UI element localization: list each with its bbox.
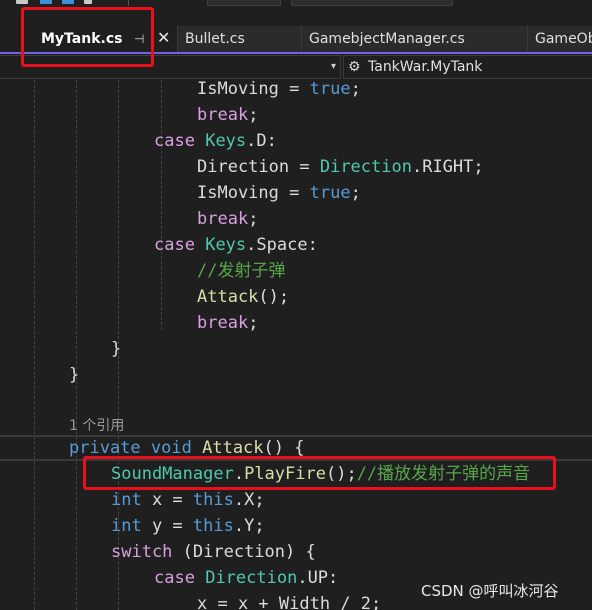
code-token: .Space: xyxy=(246,235,318,255)
code-token: .Y; xyxy=(233,516,265,536)
code-token: Attack xyxy=(202,438,264,458)
code-line[interactable]: } xyxy=(0,336,592,362)
class-icon: ⚙ xyxy=(348,59,361,75)
code-token: break xyxy=(197,209,249,229)
tab-gamebject-manager[interactable]: GamebjectManager.cs xyxy=(301,26,528,52)
toolbar-combo[interactable] xyxy=(207,0,281,6)
code-token: break xyxy=(197,105,249,125)
tab-label: GamebjectManager.cs xyxy=(309,31,465,47)
code-token: Keys xyxy=(205,131,247,151)
code-token: Keys xyxy=(205,235,247,255)
code-token: Direction xyxy=(197,157,290,177)
code-line[interactable]: break; xyxy=(0,206,592,232)
code-token: } xyxy=(111,339,122,359)
class-selector-label: TankWar.MyTank xyxy=(368,59,483,75)
code-line[interactable]: int y = this.Y; xyxy=(0,513,592,539)
tab-label: Bullet.cs xyxy=(185,31,245,47)
class-dropdown[interactable]: ⚙ TankWar.MyTank xyxy=(343,55,592,79)
code-token: //发射子弹 xyxy=(197,261,286,281)
tab-bullet[interactable]: Bullet.cs xyxy=(177,26,302,52)
code-token: ; xyxy=(350,183,361,203)
close-icon[interactable]: ✕ xyxy=(157,26,170,51)
code-token: x = x + Width / 2; xyxy=(197,594,382,610)
code-token: IsMoving xyxy=(197,80,279,99)
code-token: break xyxy=(197,313,249,333)
code-line[interactable]: } xyxy=(0,362,592,388)
code-token: case xyxy=(154,235,195,255)
code-token: ; xyxy=(248,313,259,333)
code-line[interactable]: //发射子弹 xyxy=(0,258,592,284)
code-token: () { xyxy=(263,438,305,458)
toolbar-icon[interactable] xyxy=(16,0,28,4)
code-line[interactable]: break; xyxy=(0,102,592,128)
annotation-box-tab xyxy=(21,7,154,67)
code-line[interactable]: case Keys.Space: xyxy=(0,232,592,258)
code-token: this xyxy=(192,490,234,510)
code-token: .UP: xyxy=(297,568,339,588)
code-token: (); xyxy=(258,287,290,307)
code-editor[interactable]: 1 个引用 IsMoving = true; break; case Keys.D:… xyxy=(0,80,592,610)
chevron-down-icon: ▾ xyxy=(330,61,336,72)
code-token: int xyxy=(111,516,142,536)
code-line[interactable]: int x = this.X; xyxy=(0,487,592,513)
annotation-box-line xyxy=(83,456,556,490)
code-token: private xyxy=(69,438,141,458)
code-token: = xyxy=(278,80,310,99)
code-token: } xyxy=(69,365,80,385)
code-token: (Direction) { xyxy=(172,542,316,562)
code-token: Attack xyxy=(197,287,259,307)
code-token: IsMoving xyxy=(197,183,279,203)
code-token: switch xyxy=(111,542,173,562)
toolbar-icon[interactable] xyxy=(84,0,92,4)
code-token: .D: xyxy=(246,131,277,151)
code-token: int xyxy=(111,490,142,510)
watermark: CSDN @呼叫冰河谷 xyxy=(421,582,559,600)
codelens-references[interactable]: 1 个引用 xyxy=(69,416,124,436)
code-token: true xyxy=(309,183,351,203)
code-line[interactable]: switch (Direction) { xyxy=(0,539,592,565)
code-token: this xyxy=(192,516,234,536)
code-token: x = xyxy=(141,490,193,510)
code-line[interactable] xyxy=(0,388,592,414)
code-token: = xyxy=(278,183,310,203)
code-token: .X; xyxy=(233,490,265,510)
code-token: ; xyxy=(350,80,361,99)
toolbar-icon[interactable] xyxy=(62,0,74,4)
code-token: .RIGHT; xyxy=(411,157,484,177)
code-line[interactable]: Attack(); xyxy=(0,284,592,310)
code-line[interactable]: case Keys.D: xyxy=(0,128,592,154)
code-token: true xyxy=(309,80,351,99)
code-line[interactable]: IsMoving = true; xyxy=(0,180,592,206)
code-line[interactable]: Direction = Direction.RIGHT; xyxy=(0,154,592,180)
code-line[interactable]: break; xyxy=(0,310,592,336)
code-token: case xyxy=(154,568,195,588)
toolbar-separator xyxy=(128,0,129,6)
code-line[interactable]: IsMoving = true; xyxy=(0,80,592,102)
tab-gameob[interactable]: GameOb xyxy=(527,26,592,52)
code-token: ; xyxy=(248,209,259,229)
code-token: ; xyxy=(248,105,259,125)
toolbar-icon[interactable] xyxy=(40,0,52,4)
code-token: = xyxy=(289,157,320,177)
toolbar-combo[interactable] xyxy=(291,0,453,6)
code-token: Direction xyxy=(319,157,412,177)
code-token: Direction xyxy=(205,568,298,588)
code-token: y = xyxy=(141,516,193,536)
code-token: case xyxy=(154,131,195,151)
code-token: void xyxy=(150,438,192,458)
tab-label: GameOb xyxy=(535,31,592,47)
